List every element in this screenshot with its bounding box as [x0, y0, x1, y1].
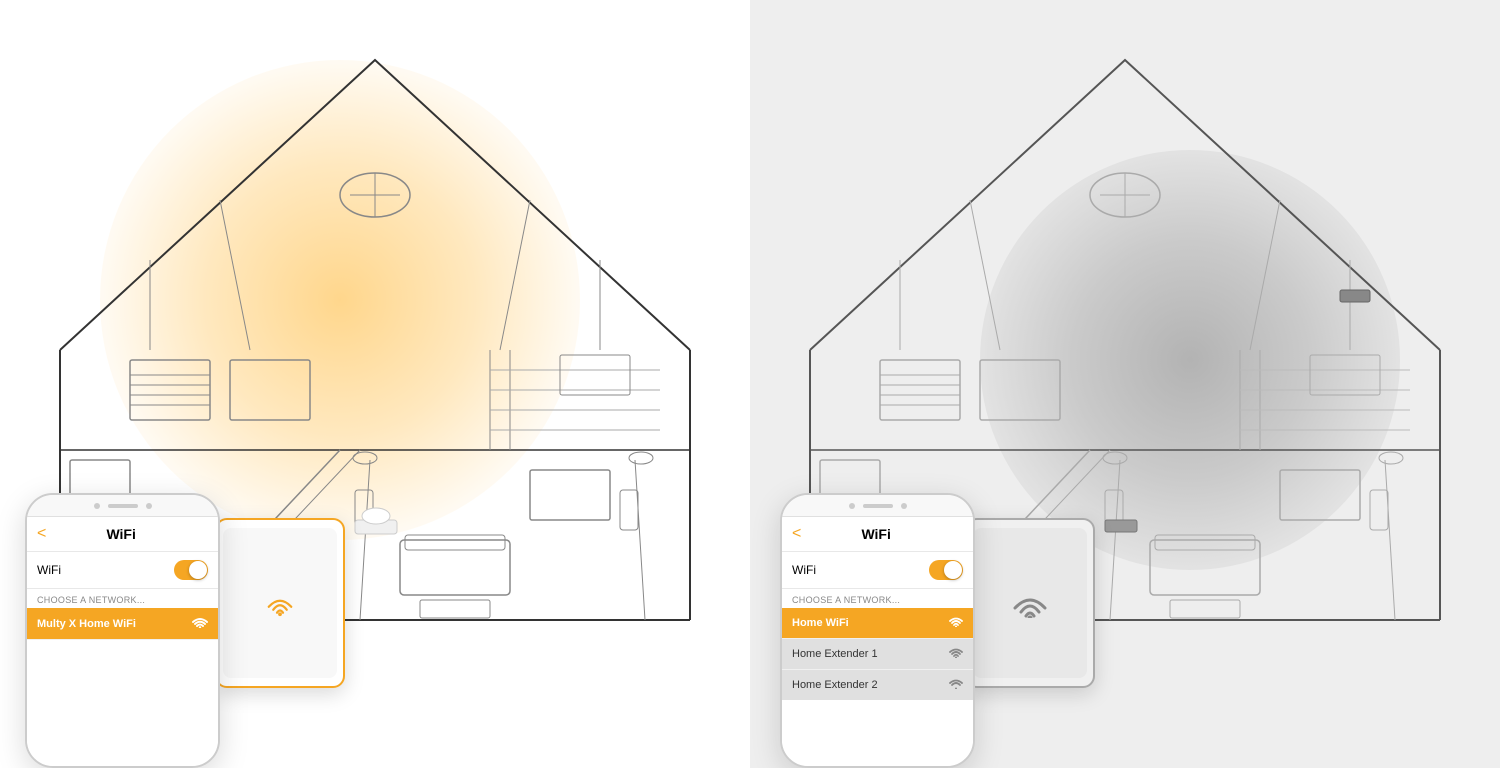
wifi-label-left: WiFi [37, 563, 174, 577]
wifi-label-right: WiFi [792, 563, 929, 577]
tablet-mockup-left [215, 518, 345, 688]
phone-camera2-left [146, 503, 152, 509]
wifi-signal-icon-ext1 [949, 647, 963, 661]
wifi-header-left: < WiFi [27, 517, 218, 552]
wifi-title-left: WiFi [54, 526, 188, 542]
wifi-toggle-left[interactable] [174, 560, 208, 580]
phone-top-bar-right [782, 495, 973, 517]
network-item-home-wifi[interactable]: Home WiFi [782, 608, 973, 639]
wifi-signal-icon-home [949, 616, 963, 630]
phone-screen-left: < WiFi WiFi CHOOSE A NETWORK... Multy X … [27, 517, 218, 766]
network-item-extender1[interactable]: Home Extender 1 [782, 639, 973, 670]
wifi-toggle-row-left: WiFi [27, 552, 218, 589]
phone-mockup-left: < WiFi WiFi CHOOSE A NETWORK... Multy X … [25, 493, 220, 768]
network-name-extender1: Home Extender 1 [792, 648, 949, 660]
phone-speaker-right [863, 504, 893, 508]
choose-network-label-left: CHOOSE A NETWORK... [27, 589, 218, 608]
wifi-symbol-tablet-right [1010, 588, 1050, 618]
network-name-multy-x: Multy X Home WiFi [37, 618, 192, 630]
network-name-home-wifi: Home WiFi [792, 617, 949, 629]
choose-network-label-right: CHOOSE A NETWORK... [782, 589, 973, 608]
phone-speaker-left [108, 504, 138, 508]
network-item-extender2[interactable]: Home Extender 2 [782, 670, 973, 700]
tablet-screen-left [223, 528, 336, 677]
toggle-knob-right [944, 561, 962, 579]
wifi-header-right: < WiFi [782, 517, 973, 552]
tablet-screen-right [973, 528, 1086, 677]
phone-top-bar-left [27, 495, 218, 517]
phone-screen-right: < WiFi WiFi CHOOSE A NETWORK... Home WiF… [782, 517, 973, 766]
toggle-knob-left [189, 561, 207, 579]
wifi-toggle-row-right: WiFi [782, 552, 973, 589]
back-arrow-left[interactable]: < [37, 525, 46, 543]
phone-camera-left [94, 503, 100, 509]
phone-mockup-right: < WiFi WiFi CHOOSE A NETWORK... Home WiF… [780, 493, 975, 768]
wifi-toggle-right[interactable] [929, 560, 963, 580]
right-panel: < WiFi WiFi CHOOSE A NETWORK... Home WiF… [750, 0, 1500, 768]
left-panel: < WiFi WiFi CHOOSE A NETWORK... Multy X … [0, 0, 750, 768]
wifi-title-right: WiFi [809, 526, 943, 542]
back-arrow-right[interactable]: < [792, 525, 801, 543]
network-name-extender2: Home Extender 2 [792, 679, 949, 691]
wifi-signal-icon-active [192, 616, 208, 631]
phone-camera-right [849, 503, 855, 509]
phone-camera2-right [901, 503, 907, 509]
network-item-multy-x[interactable]: Multy X Home WiFi [27, 608, 218, 640]
wifi-symbol-tablet-left [265, 588, 295, 618]
wifi-signal-icon-ext2 [949, 678, 963, 692]
tablet-mockup-right [965, 518, 1095, 688]
